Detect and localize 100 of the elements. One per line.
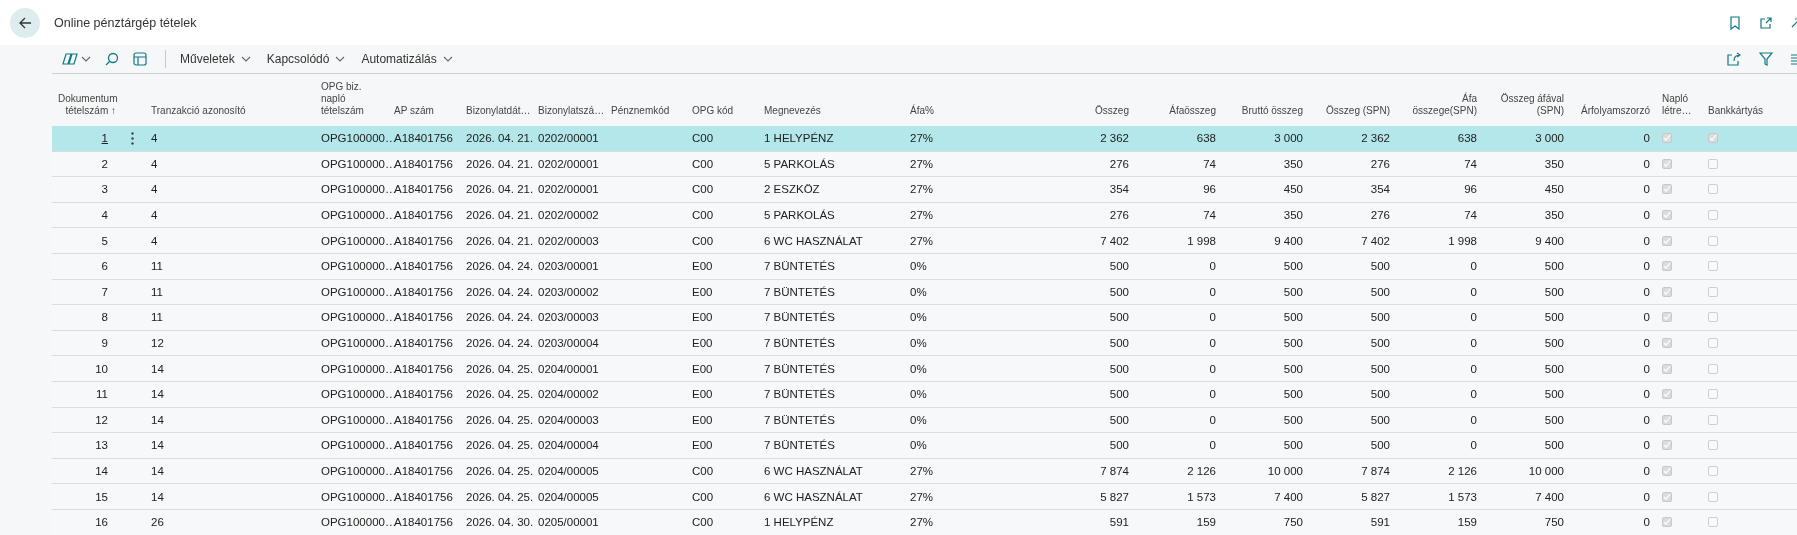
table-row[interactable]: 1 4 OPG100000…A18401756 2026. 04. 21. 0202/00001 C00 1 HELYPÉNZ 27% 2 362 638 3 000 2 362 638 3 000 0 bbox=[52, 126, 1797, 152]
row-link[interactable]: 11 bbox=[96, 388, 108, 401]
table-cell: 591 bbox=[1370, 516, 1390, 529]
column-header[interactable]: Pénznemkód bbox=[611, 105, 680, 117]
copilot-menu-icon[interactable] bbox=[62, 52, 91, 66]
table-cell: 0 bbox=[1209, 285, 1216, 298]
table-cell: 500 bbox=[1544, 311, 1564, 324]
column-header[interactable]: Bruttó összeg bbox=[1228, 105, 1303, 117]
table-cell: A18401756 bbox=[394, 132, 453, 145]
more-options-icon[interactable] bbox=[131, 131, 134, 145]
row-link[interactable]: 4 bbox=[101, 209, 108, 222]
table-cell: 0 bbox=[1470, 285, 1477, 298]
table-cell: A18401756 bbox=[394, 234, 453, 247]
column-header[interactable]: Dokumentum tételszám ↑ bbox=[58, 93, 116, 117]
table-cell: 500 bbox=[1370, 285, 1390, 298]
table-cell: 1 573 bbox=[1448, 490, 1477, 503]
column-header[interactable]: AP szám bbox=[394, 105, 454, 117]
table-cell: E00 bbox=[692, 362, 713, 375]
table-cell: 500 bbox=[1109, 285, 1129, 298]
column-header[interactable]: Összeg áfával (SPN) bbox=[1489, 93, 1564, 117]
table-cell: 0 bbox=[1643, 465, 1650, 477]
table-cell: 0 bbox=[1209, 413, 1216, 426]
column-header[interactable]: OPG kód bbox=[692, 105, 752, 117]
table-cell: 27% bbox=[910, 490, 934, 503]
table-cell: 500 bbox=[1544, 439, 1564, 452]
row-link[interactable]: 1 bbox=[101, 132, 108, 145]
search-icon[interactable] bbox=[105, 52, 119, 66]
row-link[interactable]: 8 bbox=[101, 311, 108, 324]
table-cell: 0 bbox=[1643, 337, 1650, 350]
table-cell: 0 bbox=[1470, 439, 1477, 452]
table-cell: 14 bbox=[151, 388, 164, 401]
table-cell: 74 bbox=[1203, 209, 1216, 222]
row-link[interactable]: 10 bbox=[95, 362, 108, 375]
table-cell: 10 000 bbox=[1528, 465, 1564, 477]
menu-button[interactable]: Műveletek bbox=[174, 52, 257, 66]
table-cell: 500 bbox=[1109, 311, 1129, 324]
column-header[interactable]: Bankkártyás bbox=[1708, 105, 1791, 117]
menu-button[interactable]: Automatizálás bbox=[355, 52, 459, 66]
column-header[interactable]: Áfa% bbox=[910, 105, 1004, 117]
column-header[interactable]: Tranzakció azonosító bbox=[151, 105, 309, 117]
column-header[interactable]: Összeg bbox=[1016, 105, 1129, 117]
table-cell: 350 bbox=[1283, 157, 1303, 170]
row-link[interactable]: 14 bbox=[95, 465, 108, 477]
table-cell: 4 bbox=[151, 209, 158, 222]
table-cell: A18401756 bbox=[394, 439, 453, 452]
row-link[interactable]: 2 bbox=[101, 157, 108, 170]
table-cell: 5 PARKOLÁS bbox=[764, 157, 835, 170]
row-link[interactable]: 9 bbox=[101, 337, 108, 350]
row-link[interactable]: 16 bbox=[95, 516, 108, 529]
table-cell: 0 bbox=[1470, 413, 1477, 426]
column-header[interactable]: Áfaösszeg bbox=[1141, 105, 1216, 117]
column-header[interactable]: Áfa összege(SPN) bbox=[1402, 93, 1477, 117]
table-cell: 500 bbox=[1370, 260, 1390, 273]
column-header[interactable]: Megnevezés bbox=[764, 105, 898, 117]
row-link[interactable]: 12 bbox=[95, 413, 108, 426]
table-cell: 500 bbox=[1109, 439, 1129, 452]
row-link[interactable]: 15 bbox=[95, 490, 108, 503]
layout-icon[interactable] bbox=[133, 52, 147, 66]
table-cell: A18401756 bbox=[394, 209, 453, 222]
row-link[interactable]: 3 bbox=[101, 183, 108, 196]
filter-icon[interactable] bbox=[1759, 52, 1773, 66]
column-header[interactable]: OPG biz. napló tételszám bbox=[321, 81, 382, 117]
row-link[interactable]: 7 bbox=[101, 285, 108, 298]
table-cell: 500 bbox=[1370, 311, 1390, 324]
table-cell: C00 bbox=[692, 183, 714, 196]
table-cell: 276 bbox=[1370, 157, 1390, 170]
row-link[interactable]: 13 bbox=[95, 439, 108, 452]
table-cell: 2026. 04. 25. bbox=[466, 465, 534, 477]
column-header[interactable]: Árfolyamszorzó bbox=[1576, 105, 1650, 117]
table-cell: 6 WC HASZNÁLAT bbox=[764, 234, 863, 247]
table-cell: 0 bbox=[1643, 516, 1650, 529]
bookmark-icon[interactable] bbox=[1729, 15, 1741, 30]
menu-button[interactable]: Kapcsolódó bbox=[260, 52, 352, 66]
table-cell: 0 bbox=[1643, 132, 1650, 145]
table-cell: 11 bbox=[151, 311, 163, 324]
column-header[interactable]: Napló létre… bbox=[1662, 93, 1696, 117]
table-cell: 3 000 bbox=[1274, 132, 1303, 145]
table-cell: A18401756 bbox=[394, 260, 453, 273]
table-cell: 7 BÜNTETÉS bbox=[764, 362, 835, 375]
share-icon[interactable] bbox=[1727, 52, 1741, 66]
table-cell: A18401756 bbox=[394, 157, 453, 170]
table-cell: 27% bbox=[910, 209, 934, 222]
table-cell: 276 bbox=[1370, 209, 1390, 222]
table-cell: 0204/00003 bbox=[538, 413, 599, 426]
table-cell: A18401756 bbox=[394, 285, 453, 298]
chevron-down-icon bbox=[335, 56, 346, 62]
back-button[interactable] bbox=[10, 7, 40, 38]
table-cell: 500 bbox=[1283, 260, 1303, 273]
row-link[interactable]: 6 bbox=[101, 260, 108, 273]
table-cell: 0 bbox=[1470, 362, 1477, 375]
row-link[interactable]: 5 bbox=[101, 234, 108, 247]
table-cell: 0 bbox=[1643, 260, 1650, 273]
table-cell: 2 ESZKÖZ bbox=[764, 183, 820, 196]
table-cell: 0 bbox=[1643, 209, 1650, 222]
pop-out-icon[interactable] bbox=[1759, 15, 1773, 30]
table-cell: 0204/00001 bbox=[538, 362, 599, 375]
table-cell: 7 400 bbox=[1274, 490, 1303, 503]
table-cell: 0205/00001 bbox=[538, 516, 599, 529]
column-header[interactable]: Összeg (SPN) bbox=[1315, 105, 1390, 117]
table-cell: 0 bbox=[1470, 260, 1477, 273]
